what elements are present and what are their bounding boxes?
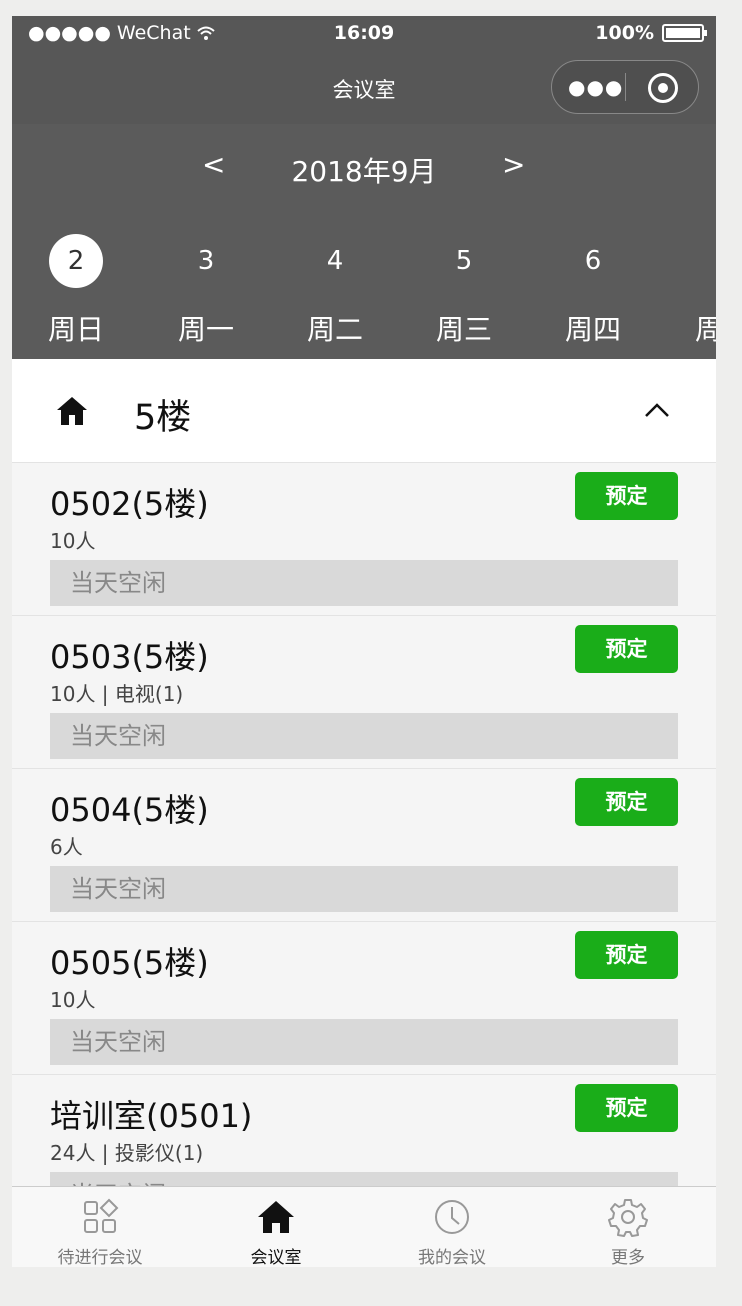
room-name: 培训室(0501) (50, 1097, 253, 1135)
battery-icon (662, 24, 707, 42)
room-info: 6人 (50, 835, 83, 859)
room-name: 0503(5楼) (50, 638, 209, 676)
tab-label: 待进行会议 (57, 1248, 143, 1267)
day-number: 4 (326, 246, 344, 276)
day-item[interactable]: 4 周二 (280, 234, 390, 348)
room-status: 当天空闲 (50, 560, 678, 606)
room-status: 当天空闲 (50, 866, 678, 912)
book-button[interactable]: 预定 (575, 931, 678, 979)
day-item[interactable]: 3 周一 (151, 234, 261, 348)
tab-my-meetings[interactable]: 我的会议 (364, 1187, 540, 1267)
room-info: 10人 (50, 988, 96, 1012)
room-status: 当天空闲 (50, 713, 678, 759)
room-card: 0503(5楼) 10人 | 电视(1) 预定 当天空闲 (12, 615, 716, 768)
status-bar: ●●●●● WeChat 16:09 100% (12, 16, 716, 50)
battery-status: 100% (595, 22, 707, 44)
weekday-label: 周一 (177, 313, 234, 346)
tab-rooms[interactable]: 会议室 (188, 1187, 364, 1267)
book-button[interactable]: 预定 (575, 625, 678, 673)
month-switcher: < 2018年9月 > (12, 140, 716, 190)
day-number-selected: 2 (49, 234, 103, 288)
tab-label: 更多 (611, 1248, 645, 1267)
floor-name: 5楼 (134, 398, 192, 438)
room-card: 0502(5楼) 10人 预定 当天空闲 (12, 462, 716, 615)
room-card: 0505(5楼) 10人 预定 当天空闲 (12, 921, 716, 1074)
weekday-label: 周四 (564, 313, 621, 346)
tab-label: 会议室 (250, 1248, 302, 1267)
room-name: 0505(5楼) (50, 944, 209, 982)
close-target-icon[interactable] (648, 73, 678, 103)
tab-more[interactable]: 更多 (540, 1187, 716, 1267)
clock-icon (435, 1200, 469, 1234)
chevron-up-icon[interactable] (644, 397, 670, 423)
nav-bar: 会议室 ●●● (12, 50, 716, 124)
room-info: 10人 | 电视(1) (50, 682, 184, 706)
book-button[interactable]: 预定 (575, 472, 678, 520)
weekday-label: 周日 (47, 313, 104, 346)
day-number: 3 (197, 246, 215, 276)
room-info: 24人 | 投影仪(1) (50, 1141, 204, 1165)
tab-bar: 待进行会议 会议室 我的会议 更多 (12, 1186, 716, 1267)
room-name: 0504(5楼) (50, 791, 209, 829)
home-icon (258, 1201, 294, 1233)
book-button[interactable]: 预定 (575, 778, 678, 826)
gear-icon (608, 1199, 648, 1237)
phone-screen: ●●●●● WeChat 16:09 100% 会议室 ●●● < 2018年9… (12, 16, 716, 1267)
book-button[interactable]: 预定 (575, 1084, 678, 1132)
room-list: 0502(5楼) 10人 预定 当天空闲 0503(5楼) 10人 | 电视(1… (12, 462, 716, 1186)
room-status: 当天空闲 (50, 1172, 678, 1186)
more-dots-icon[interactable]: ●●● (568, 75, 623, 99)
home-icon (57, 397, 87, 425)
battery-percent: 100% (595, 22, 654, 44)
room-card: 0504(5楼) 6人 预定 当天空闲 (12, 768, 716, 921)
tab-upcoming[interactable]: 待进行会议 (12, 1187, 188, 1267)
weekday-label: 周 (695, 313, 716, 346)
day-item[interactable]: 2 周日 (21, 234, 131, 348)
day-item[interactable]: 6 周四 (538, 234, 648, 348)
month-label: 2018年9月 (291, 155, 437, 188)
tab-label: 我的会议 (418, 1248, 486, 1267)
next-month-icon[interactable]: > (502, 148, 525, 181)
calendar: < 2018年9月 > 2 周日 3 周一 4 周二 5 周三 6 周四 周 (12, 124, 716, 359)
day-item[interactable]: 5 周三 (409, 234, 519, 348)
room-status: 当天空闲 (50, 1019, 678, 1065)
weekday-label: 周三 (435, 313, 492, 346)
capsule-menu: ●●● (551, 60, 699, 114)
floor-header[interactable]: 5楼 (12, 359, 716, 462)
day-item[interactable]: 周 (668, 234, 716, 348)
weekday-label: 周二 (306, 313, 363, 346)
day-number: 5 (455, 246, 473, 276)
day-number: 6 (584, 246, 602, 276)
room-name: 0502(5楼) (50, 485, 209, 523)
room-card: 培训室(0501) 24人 | 投影仪(1) 预定 当天空闲 (12, 1074, 716, 1186)
grid-icon (84, 1198, 119, 1233)
room-info: 10人 (50, 529, 96, 553)
capsule-divider (625, 73, 626, 101)
